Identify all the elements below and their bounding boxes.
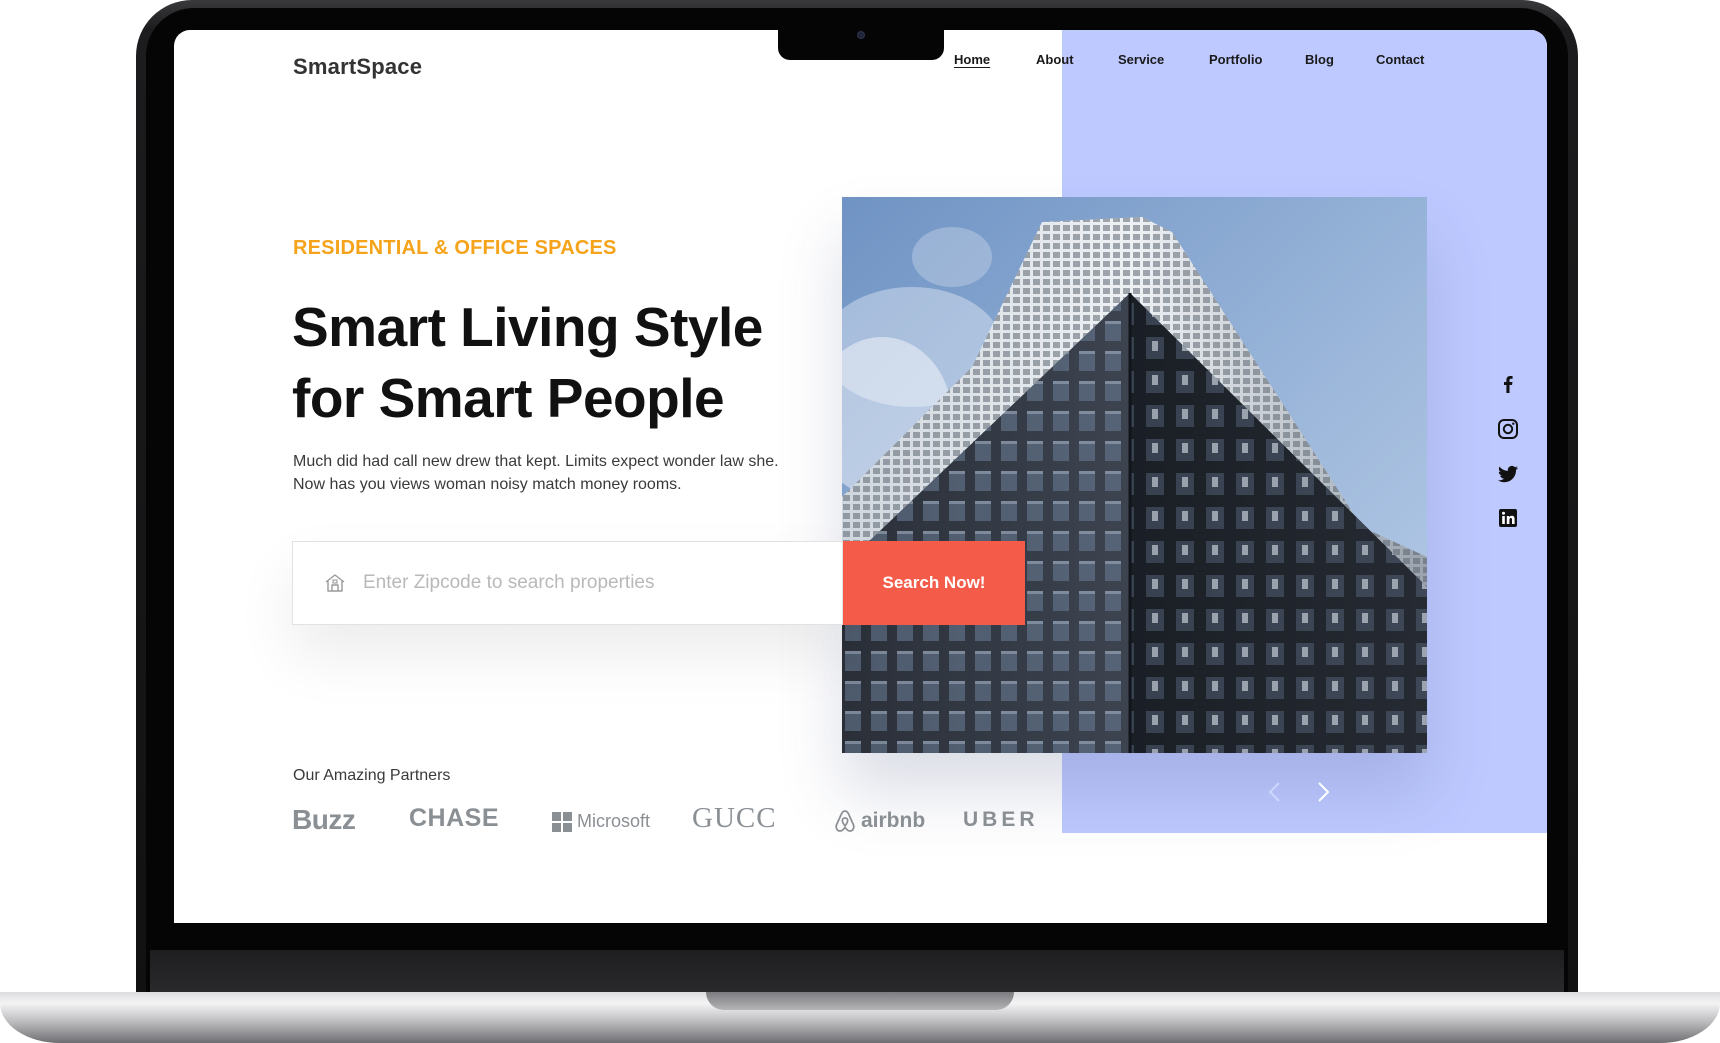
- search-now-button[interactable]: Search Now!: [843, 541, 1025, 625]
- nav-blog[interactable]: Blog: [1305, 52, 1334, 67]
- hero-headline-line1: Smart Living Style: [292, 296, 763, 358]
- partner-logo-buzz: Buzz: [292, 804, 356, 835]
- partners-heading: Our Amazing Partners: [293, 767, 451, 784]
- linkedin-icon[interactable]: [1496, 506, 1520, 530]
- twitter-icon[interactable]: [1496, 462, 1520, 486]
- nav-home[interactable]: Home: [954, 52, 990, 67]
- partner-logo-uber: UBER: [963, 808, 1039, 831]
- partner-logo-microsoft-text: Microsoft: [577, 811, 651, 831]
- partner-logo-gucci: GUCC: [692, 802, 777, 834]
- brand-logo[interactable]: SmartSpace: [293, 54, 422, 80]
- partner-logo-airbnb-text: airbnb: [861, 809, 926, 832]
- screen: SmartSpace Home About Service Portfolio …: [174, 30, 1547, 923]
- laptop-bottom-bezel: [150, 950, 1564, 994]
- home-icon: [325, 574, 345, 592]
- instagram-icon[interactable]: [1496, 417, 1520, 441]
- facebook-icon[interactable]: [1496, 372, 1520, 396]
- nav-service[interactable]: Service: [1118, 52, 1164, 67]
- microsoft-squares-icon: [552, 811, 572, 832]
- chevron-left-icon[interactable]: [1264, 778, 1286, 806]
- partner-logo-microsoft: Microsoft: [552, 811, 650, 832]
- webcam-icon: [857, 31, 865, 39]
- airbnb-belo-icon: [835, 810, 855, 832]
- nav-about[interactable]: About: [1036, 52, 1074, 67]
- chevron-right-icon[interactable]: [1312, 778, 1334, 806]
- zipcode-search-input[interactable]: [363, 572, 833, 594]
- hero-headline-line2: for Smart People: [292, 367, 725, 429]
- nav-contact[interactable]: Contact: [1376, 52, 1424, 67]
- partner-logo-airbnb: airbnb: [833, 808, 925, 834]
- zipcode-search-box: [292, 541, 843, 625]
- hero-headline: Smart Living Style for Smart People: [292, 292, 852, 434]
- hero-description: Much did had call new drew that kept. Li…: [293, 453, 779, 493]
- skyscraper-illustration: [842, 197, 1427, 753]
- partner-logo-chase: CHASE: [409, 804, 500, 832]
- hero-eyebrow: RESIDENTIAL & OFFICE SPACES: [293, 237, 617, 259]
- hero-building-image: [842, 197, 1427, 753]
- nav-portfolio[interactable]: Portfolio: [1209, 52, 1262, 67]
- laptop-opening-notch: [706, 992, 1014, 1010]
